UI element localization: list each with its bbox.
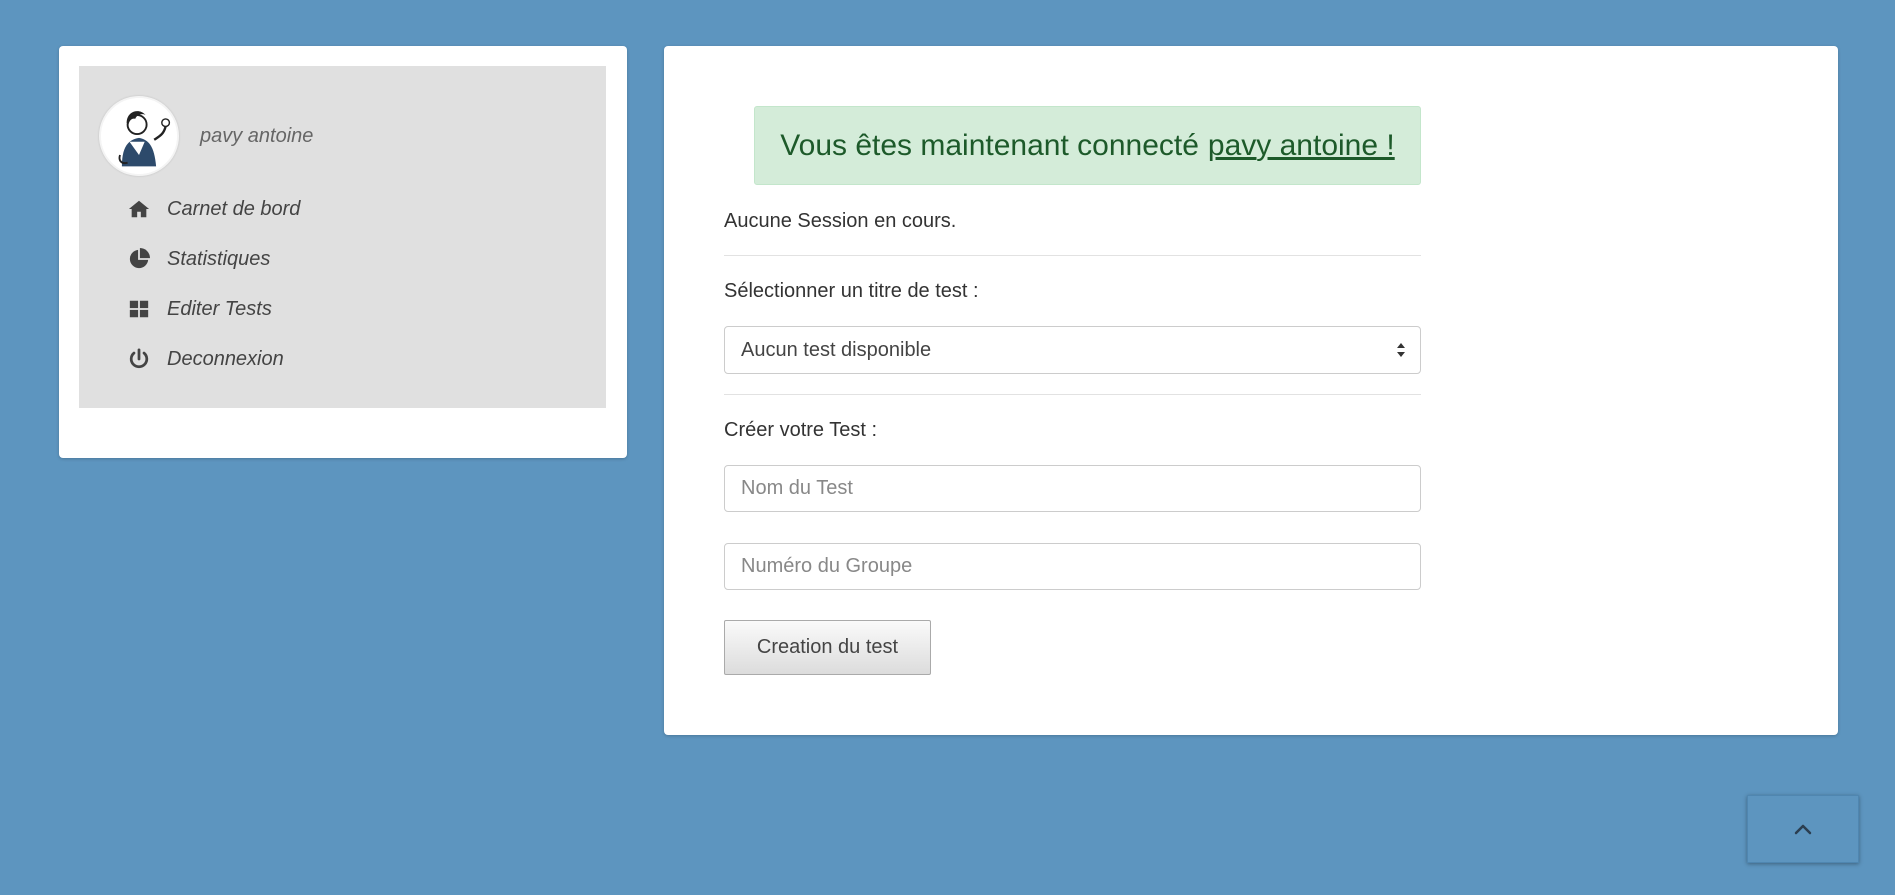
session-status: Aucune Session en cours. [724,210,957,232]
page: pavy antoine Carnet de bord Statistiques [0,0,1895,895]
sidebar-item-label: Deconnexion [167,347,284,370]
test-select[interactable]: Aucun test disponible [724,326,1421,374]
sidebar-item-carnet-de-bord[interactable]: Carnet de bord [127,184,300,234]
sidebar-item-label: Editer Tests [167,297,272,320]
pie-chart-icon [127,247,151,271]
group-number-input[interactable] [724,543,1421,590]
sidebar-item-statistiques[interactable]: Statistiques [127,234,300,284]
divider [724,255,1421,256]
avatar [99,96,179,176]
sidebar-item-deconnexion[interactable]: Deconnexion [127,334,300,384]
sidebar-item-editer-tests[interactable]: Editer Tests [127,284,300,334]
avatar-illustration [101,98,177,174]
main-card: Vous êtes maintenant connecté pavy antoi… [664,46,1838,735]
create-test-button[interactable]: Creation du test [724,620,931,675]
select-test-label: Sélectionner un titre de test : [724,280,979,302]
sidebar-panel: pavy antoine Carnet de bord Statistiques [79,66,606,408]
divider [724,394,1421,395]
test-name-input[interactable] [724,465,1421,512]
alert-text: Vous êtes maintenant connecté [780,128,1199,162]
home-icon [127,197,151,221]
power-icon [127,347,151,371]
scroll-to-top-button[interactable] [1747,795,1859,863]
user-profile: pavy antoine [99,96,313,176]
test-select-value: Aucun test disponible [741,338,932,361]
sidebar-nav: Carnet de bord Statistiques Editer Tests [127,184,300,384]
profile-name: pavy antoine [200,124,314,147]
sidebar-item-label: Carnet de bord [167,197,301,220]
sort-caret-icon [1397,343,1405,357]
sidebar-item-label: Statistiques [167,247,271,270]
sidebar-card: pavy antoine Carnet de bord Statistiques [59,46,627,458]
alert-user-link[interactable]: pavy antoine ! [1208,129,1395,163]
grid-icon [127,297,151,321]
chevron-up-icon [1794,824,1812,835]
success-alert: Vous êtes maintenant connecté pavy antoi… [754,106,1421,185]
create-test-label: Créer votre Test : [724,419,878,441]
